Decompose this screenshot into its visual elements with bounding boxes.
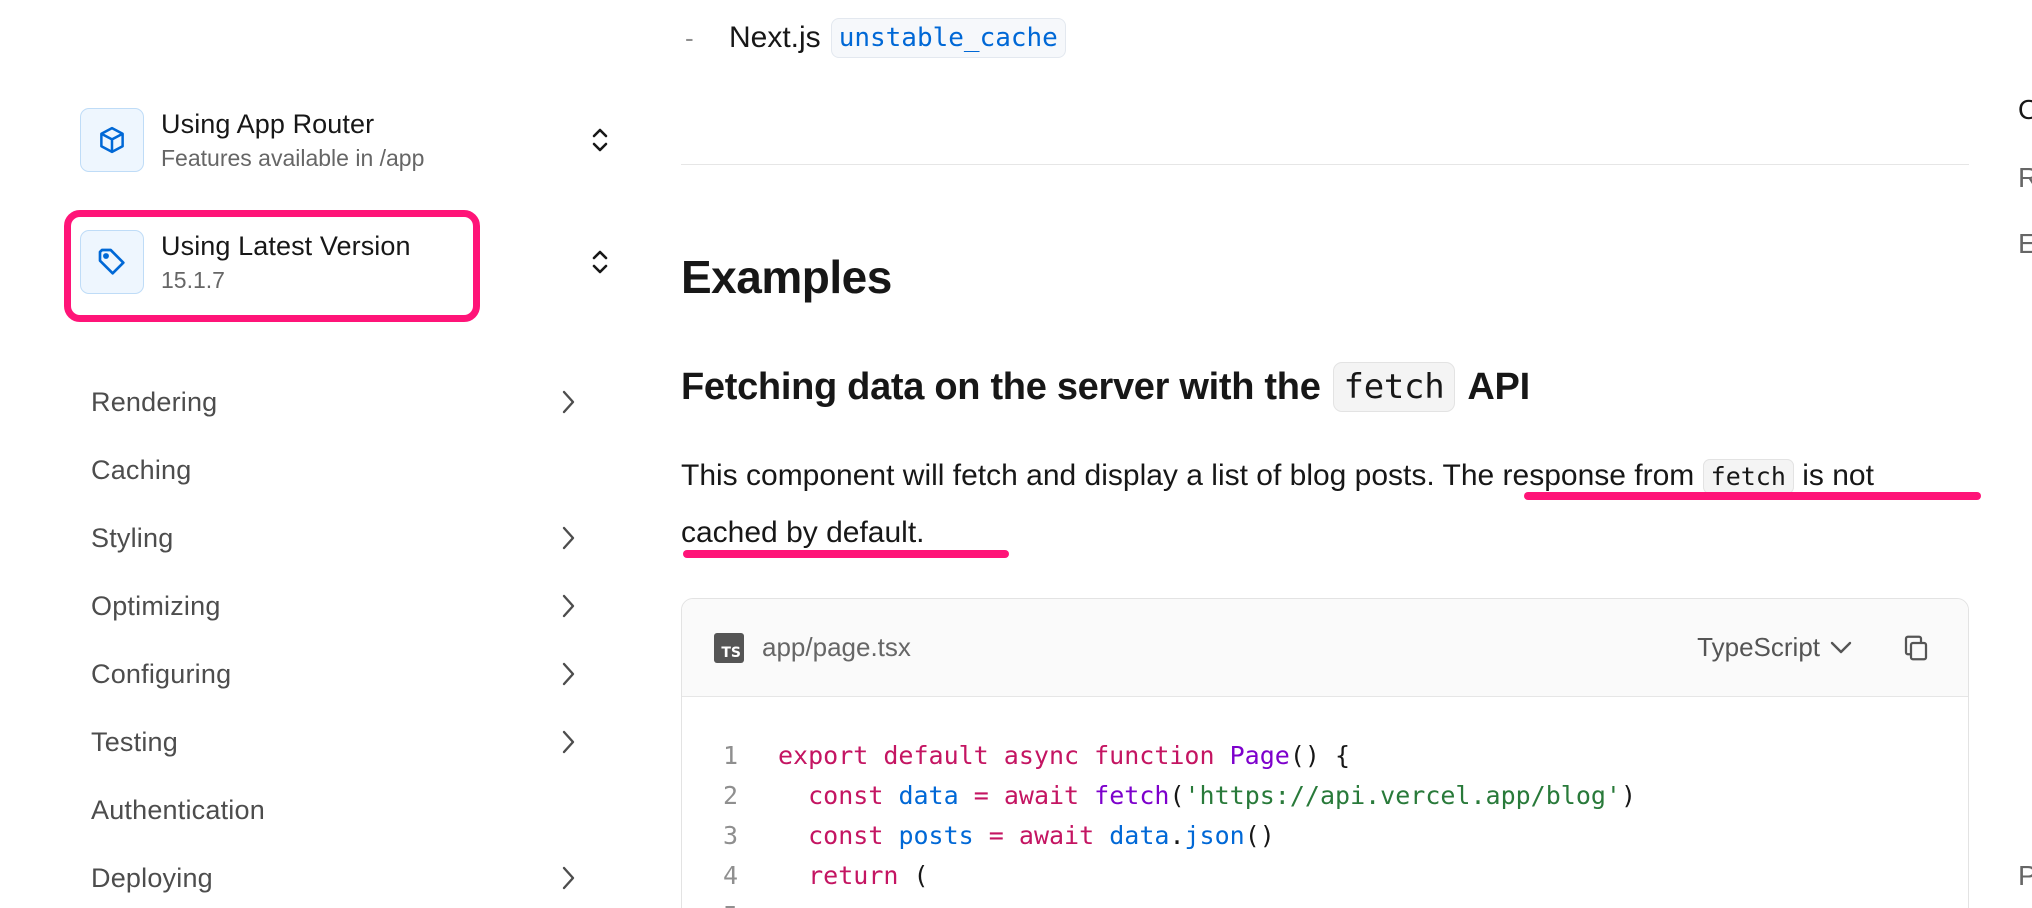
sidebar-item-styling[interactable]: Styling: [91, 504, 591, 572]
router-switcher-subtitle: Features available in /app: [161, 145, 425, 171]
tag-icon: [80, 230, 144, 294]
subheading-text: Fetching data on the server with the: [681, 365, 1321, 408]
subheading-text: API: [1467, 365, 1530, 408]
sidebar: Using App Router Features available in /…: [0, 0, 640, 908]
chevron-right-icon: [548, 654, 588, 694]
inline-code: fetch: [1332, 362, 1456, 412]
chevron-up-down-icon[interactable]: [580, 244, 620, 280]
chevron-right-icon: [548, 858, 588, 898]
sidebar-item-label: Optimizing: [91, 590, 221, 621]
toc-item[interactable]: E: [2018, 228, 2032, 260]
sidebar-item-label: Rendering: [91, 386, 218, 417]
chevron-right-icon: [548, 586, 588, 626]
router-switcher[interactable]: Using App Router Features available in /…: [80, 100, 620, 180]
description-paragraph: This component will fetch and display a …: [681, 448, 1971, 561]
list-item-text: Next.js: [729, 21, 821, 54]
sidebar-item-testing[interactable]: Testing: [91, 708, 591, 776]
line-number: 4: [722, 860, 738, 890]
sidebar-item-configuring[interactable]: Configuring: [91, 640, 591, 708]
language-select-value: TypeScript: [1697, 632, 1820, 662]
unstable-cache-link[interactable]: unstable_cache: [830, 18, 1066, 58]
chevron-up-down-icon[interactable]: [580, 122, 620, 158]
sidebar-item-label: Deploying: [91, 862, 213, 893]
table-of-contents: O R E P: [2018, 0, 2032, 908]
list-bullet: -: [685, 22, 694, 53]
chevron-right-icon: [548, 722, 588, 762]
paragraph-text: This component will fetch and display a …: [681, 459, 1443, 492]
code-filename: app/page.tsx: [762, 632, 911, 662]
line-number: 3: [722, 820, 738, 850]
version-switcher-title: Using Latest Version: [161, 231, 411, 261]
sidebar-item-label: Authentication: [91, 794, 265, 825]
sidebar-item-rendering[interactable]: Rendering: [91, 368, 591, 436]
router-switcher-title: Using App Router: [161, 109, 375, 139]
line-number: 1: [722, 740, 738, 770]
list-item: - Next.js unstable_cache: [681, 18, 1066, 58]
subsection-heading: Fetching data on the server with the fet…: [681, 362, 1530, 412]
toc-item[interactable]: R: [2018, 162, 2032, 194]
code-line: 5: [682, 895, 1968, 908]
code-line: 4 return (: [682, 855, 1968, 895]
underline-annotation: [1524, 492, 1981, 500]
version-switcher[interactable]: Using Latest Version 15.1.7: [80, 222, 620, 302]
paragraph-text: The response from: [1442, 459, 1703, 492]
sidebar-item-optimizing[interactable]: Optimizing: [91, 572, 591, 640]
section-heading: Examples: [681, 251, 892, 303]
toc-item[interactable]: P: [2018, 860, 2032, 892]
toc-heading: O: [2018, 94, 2032, 125]
sidebar-item-label: Styling: [91, 522, 174, 553]
sidebar-item-label: Caching: [91, 454, 192, 485]
chevron-right-icon: [548, 382, 588, 422]
sidebar-item-label: Testing: [91, 726, 178, 757]
sidebar-item-caching[interactable]: Caching: [91, 436, 591, 504]
sidebar-item-deploying[interactable]: Deploying: [91, 844, 591, 908]
cube-icon: [80, 108, 144, 172]
code-line: 1 export default async function Page() {: [682, 735, 1968, 775]
line-number: 2: [722, 780, 738, 810]
inline-code: fetch: [1702, 459, 1794, 494]
typescript-file-icon: TS: [714, 632, 744, 663]
code-line: 3 const posts = await data.json(): [682, 815, 1968, 855]
line-number: 5: [682, 901, 754, 908]
language-select[interactable]: TypeScript: [1697, 632, 1852, 663]
copy-icon[interactable]: [1896, 628, 1936, 668]
sidebar-nav: Rendering Caching Styling Optimizing Con…: [91, 368, 591, 908]
divider: [681, 164, 1969, 165]
code-line: 2 const data = await fetch('https://api.…: [682, 775, 1968, 815]
version-switcher-subtitle: 15.1.7: [161, 267, 225, 293]
main-content: - Next.js unstable_cache Examples Fetchi…: [681, 0, 1981, 908]
code-lines: 1 export default async function Page() {…: [682, 697, 1968, 908]
code-block: TS app/page.tsx TypeScript 1 export defa…: [681, 598, 1969, 908]
sidebar-item-label: Configuring: [91, 658, 232, 689]
chevron-right-icon: [548, 518, 588, 558]
sidebar-item-authentication[interactable]: Authentication: [91, 776, 591, 844]
underline-annotation: [683, 550, 1009, 558]
chevron-down-icon: [1830, 641, 1852, 653]
code-block-header: TS app/page.tsx TypeScript: [682, 599, 1968, 697]
